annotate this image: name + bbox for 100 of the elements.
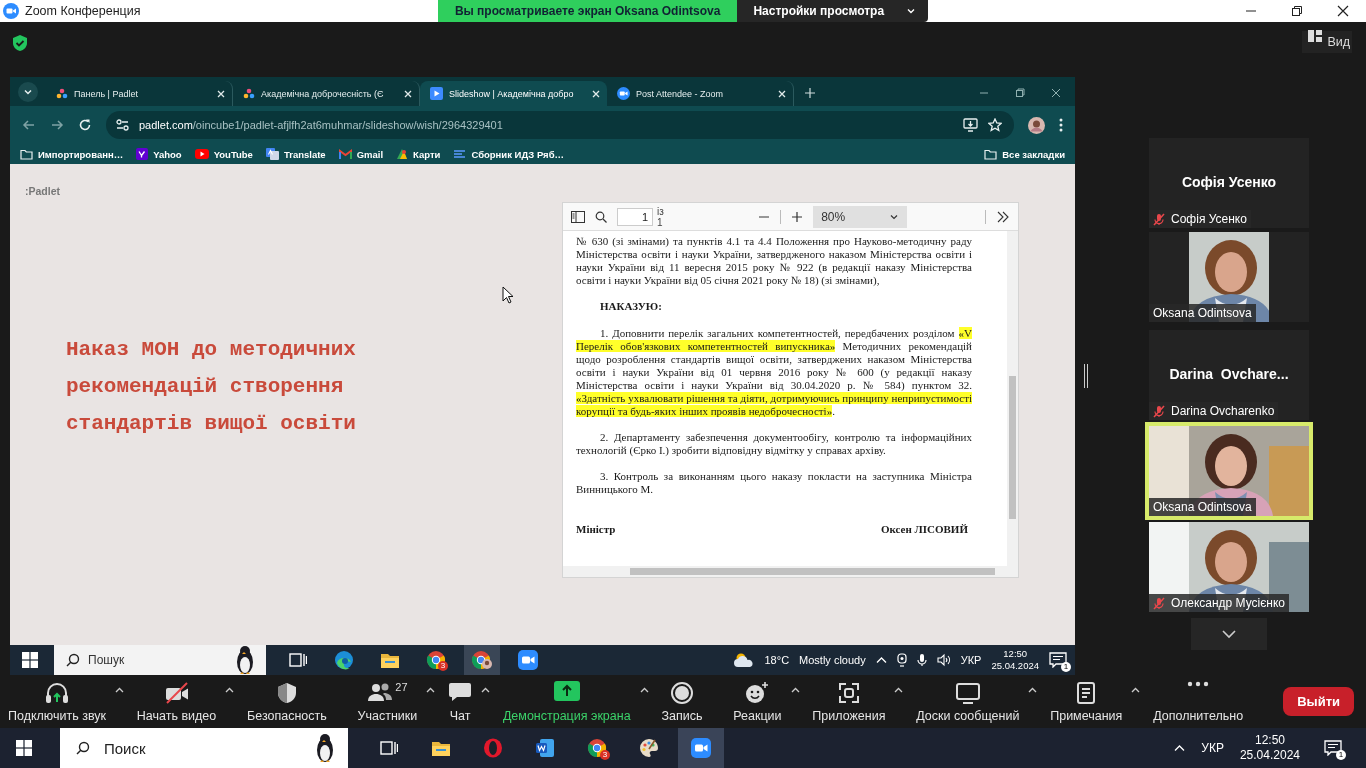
toolbar-button[interactable]: Запись: [657, 680, 707, 723]
participant-name: Oksana Odintsova: [1149, 498, 1256, 516]
search-icon: [66, 653, 80, 667]
avatar-icon[interactable]: [1028, 116, 1045, 134]
toolbar-button[interactable]: Доски сообщений: [912, 680, 1024, 723]
video-camera-logo-icon: [518, 650, 538, 670]
caret-icon[interactable]: [115, 686, 124, 693]
language-indicator[interactable]: УКР: [960, 654, 982, 666]
all-bookmarks[interactable]: Все закладки: [984, 148, 1065, 160]
document-heading: НАКАЗУЮ:: [599, 300, 663, 313]
caret-icon[interactable]: [225, 686, 235, 693]
translate-icon: [265, 148, 279, 160]
caret-icon[interactable]: [1131, 686, 1141, 693]
document-paragraph: 1. Доповнити перелік загальних компетентностей, передбачених розділом «V Перелік обов'язкових компетентностей випускника» Методичних рекомендацій щодо розроблення стандартів вищої освіти, затверджених наказом Міністерства освіти і науки України від 01 червня 2016 року № 600 (у редакції наказу Міністерства освіти і науки України від 30.04.2020 р. № 584) пунктом 32. «Здатність ухвалювати рішення та діяти, дотримуючись принципу неприпустимості корупції та будь-яких інших проявів недоброчесності».: [576, 327, 972, 418]
chat-icon: [448, 680, 473, 703]
participant-name: Oksana Odintsova: [1149, 304, 1256, 322]
bookmark[interactable]: Translate: [265, 148, 326, 160]
caret-icon[interactable]: [639, 686, 649, 693]
back-arrow-icon[interactable]: [22, 118, 36, 132]
caret-icon[interactable]: [790, 686, 800, 693]
windows-logo-icon[interactable]: [22, 652, 38, 668]
caret-icon[interactable]: [481, 686, 491, 693]
search-field[interactable]: Пошук: [54, 645, 266, 675]
clock-time: 12:50: [1254, 733, 1285, 748]
notification-icon[interactable]: [1324, 740, 1342, 756]
search-field[interactable]: Поиск: [60, 728, 348, 768]
reload-icon[interactable]: [78, 118, 92, 132]
speaker-icon[interactable]: [936, 653, 951, 667]
toolbar-button[interactable]: Дополнительно: [1149, 680, 1248, 723]
document-icon: [453, 148, 467, 160]
zoom-in-icon[interactable]: [791, 210, 804, 223]
webcam-icon[interactable]: [896, 653, 907, 667]
share-screen-icon: [553, 680, 580, 701]
map-pin-icon: [396, 148, 409, 160]
install-app-icon[interactable]: [963, 118, 978, 132]
taskbar-app[interactable]: 3: [574, 728, 620, 768]
page-number-field[interactable]: 1: [617, 207, 653, 226]
more-menu-icon[interactable]: [1059, 118, 1063, 132]
participant-name: Софія Усенко: [1149, 210, 1251, 228]
toolbar-button[interactable]: Приложения: [808, 680, 890, 723]
task-view-icon: [380, 740, 398, 756]
leave-button[interactable]: Выйти: [1283, 687, 1354, 716]
zoom-dropdown[interactable]: 80%: [813, 205, 908, 228]
cloud-sun-icon: [732, 652, 755, 668]
toolbar-button[interactable]: Подключить звук: [4, 680, 110, 723]
chevron-up-icon[interactable]: [875, 656, 887, 664]
folder-icon: [431, 739, 451, 757]
video-camera-logo-icon: [691, 738, 711, 758]
restore-icon[interactable]: [1291, 5, 1303, 17]
site-settings-icon[interactable]: [116, 119, 129, 131]
bookmark[interactable]: Yahoo: [136, 148, 182, 160]
video-camera-logo-icon: [617, 87, 630, 100]
browser-tab[interactable]: Slideshow | Академічна добро: [420, 81, 607, 106]
caret-icon[interactable]: [1028, 686, 1038, 693]
microphone-icon[interactable]: [916, 653, 927, 667]
bookmark[interactable]: Gmail: [338, 148, 384, 160]
address-bar[interactable]: padlet.com/oincube1/padlet-afjlfh2at6muhmar/slideshow/wish/2964329401: [106, 111, 1014, 139]
signature-name: Оксен ЛІСОВИЙ: [880, 523, 968, 536]
windows-logo-icon[interactable]: [16, 740, 32, 756]
muted-mic-icon: [1153, 596, 1165, 610]
sidebar-toggle-icon[interactable]: [571, 210, 585, 223]
bookmark[interactable]: YouTube: [194, 148, 253, 160]
toolbar-button[interactable]: Начать видео: [132, 680, 221, 723]
search-icon[interactable]: [595, 210, 607, 223]
edge-browser-icon: [334, 650, 354, 670]
notification-icon[interactable]: [1049, 652, 1067, 668]
view-options-button[interactable]: Настройки просмотра: [737, 0, 929, 22]
splitter-handle[interactable]: [1084, 364, 1088, 388]
weather-text: Mostly cloudy: [799, 654, 866, 666]
forward-arrow-icon[interactable]: [50, 118, 64, 132]
muted-mic-icon: [1153, 404, 1165, 418]
shield-check-icon[interactable]: [11, 34, 29, 52]
star-icon[interactable]: [988, 118, 1002, 132]
flower-icon: [56, 87, 68, 100]
bookmark[interactable]: Карти: [396, 148, 441, 160]
toolbar-button[interactable]: Безопасность: [243, 680, 331, 723]
taskbar-app[interactable]: 3: [418, 645, 454, 675]
toolbar-button[interactable]: Реакции: [729, 680, 786, 723]
caret-icon[interactable]: [894, 686, 904, 693]
clock-date: 25.04.2024: [1239, 748, 1300, 763]
chevron-down-icon: [906, 6, 917, 16]
signature-title: Міністр: [576, 523, 616, 536]
chevron-up-icon[interactable]: [1174, 744, 1186, 752]
caret-icon[interactable]: [426, 686, 436, 693]
toolbar-button[interactable]: Примечания: [1046, 680, 1127, 723]
view-button[interactable]: Вид: [1302, 31, 1352, 53]
toolbar-button[interactable]: Чат: [444, 680, 477, 723]
bookmark[interactable]: Сборник ИДЗ Ряб…: [453, 148, 564, 160]
bookmark[interactable]: Импортированн…: [20, 148, 124, 160]
mail-icon: [338, 149, 352, 159]
notification-count: 1: [1061, 662, 1071, 672]
toolbar-button[interactable]: Демонстрация экрана: [498, 680, 635, 723]
participant-name: Darina Ovcharenko: [1149, 402, 1279, 420]
toolbar-button[interactable]: 27 Участники: [353, 680, 422, 723]
close-icon[interactable]: [1337, 5, 1349, 17]
participant-heading: Darina Ovchare...: [1169, 366, 1289, 382]
double-chevron-icon[interactable]: [996, 210, 1010, 223]
new-tab-icon[interactable]: [804, 87, 816, 99]
language-indicator[interactable]: УКР: [1201, 741, 1224, 755]
taskbar-app[interactable]: [678, 728, 724, 768]
